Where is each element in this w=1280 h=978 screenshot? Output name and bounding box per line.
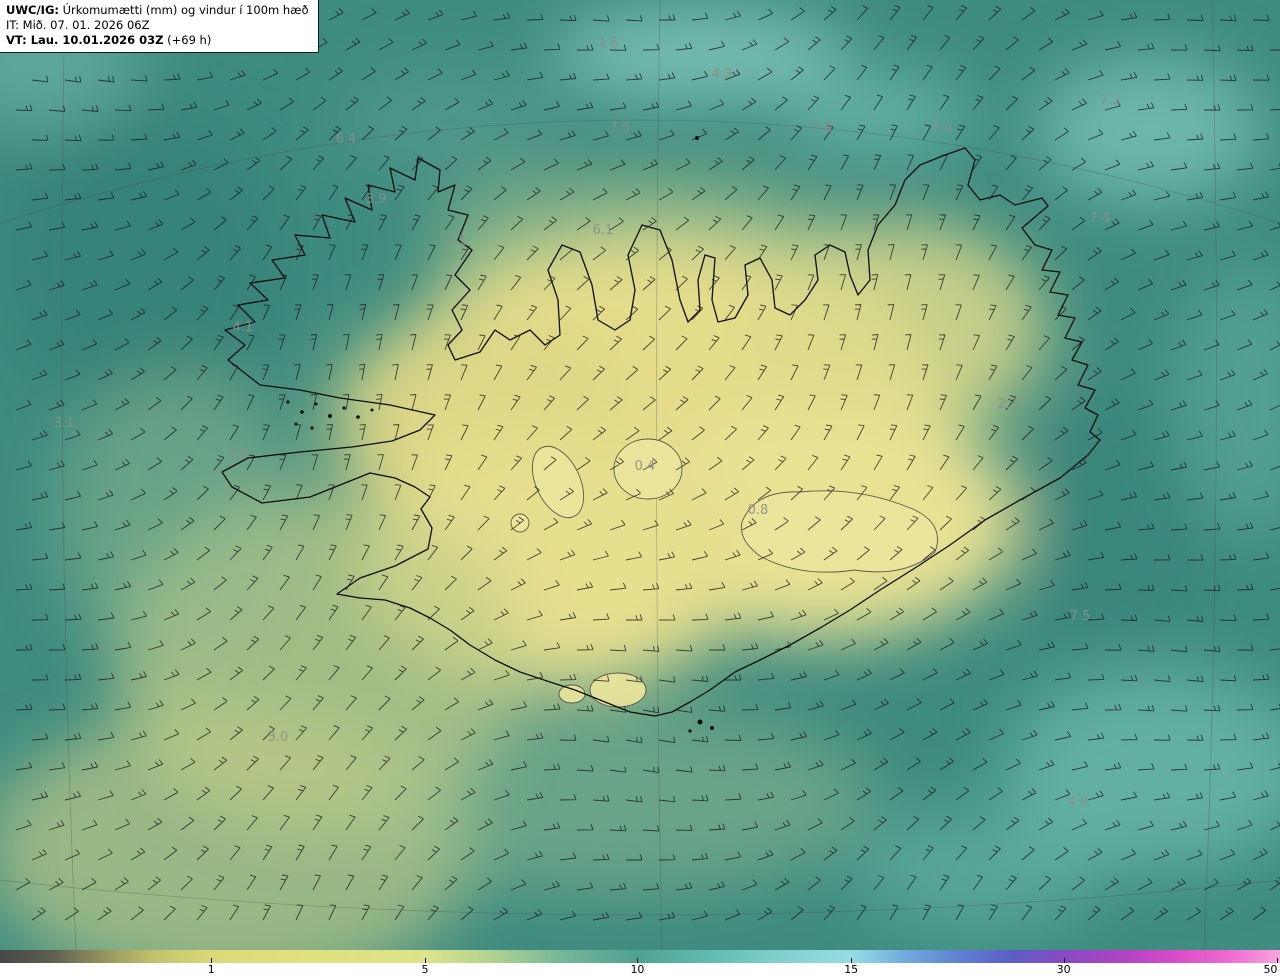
value-label: 2.3: [998, 397, 1019, 412]
colorbar-tick-label: 50: [1263, 963, 1278, 976]
model-id-label: UWC/IG:: [6, 3, 59, 17]
init-time-line: IT: Mið. 07. 01. 2026 06Z: [6, 17, 150, 32]
value-label: 3.9: [366, 192, 387, 207]
colorbar: 1 5 10 15 30 50: [0, 950, 1280, 978]
colorbar-labels: 1 5 10 15 30 50: [0, 963, 1280, 978]
value-label: 3.0: [268, 730, 289, 745]
value-label: 7.1: [446, 234, 467, 249]
value-label: 0.4: [635, 459, 656, 474]
value-label: 4.8: [1068, 795, 1089, 810]
lead-time-text: (+69 h): [163, 32, 212, 47]
value-label: 6.1: [593, 223, 614, 238]
map-title-text: Úrkomumætti (mm) og vindur í 100m hæð: [58, 3, 309, 17]
weather-map: 4.6 4.3 7.3 6.4 7.5 7.8 7.9 3.9 7.1 6.1 7.4 4.1 2.3 3…: [0, 0, 1280, 950]
value-label: 7.3: [1100, 93, 1121, 108]
value-label: 7.5: [1070, 609, 1091, 624]
colorbar-gradient: [0, 950, 1280, 963]
colorbar-tick-label: 15: [844, 963, 859, 976]
value-label: 7.8: [812, 121, 833, 136]
value-label: 0.8: [748, 503, 769, 518]
colorbar-tick-label: 30: [1056, 963, 1071, 976]
value-label: 4.1: [233, 320, 254, 335]
colorbar-tick-label: 10: [630, 963, 645, 976]
value-label: 4.6: [598, 36, 619, 51]
value-label: 7.9: [932, 122, 953, 137]
colorbar-tick-label: 5: [421, 963, 429, 976]
value-label: 3.1: [54, 416, 75, 431]
weather-map-stage: 4.6 4.3 7.3 6.4 7.5 7.8 7.9 3.9 7.1 6.1 7.4 4.1 2.3 3…: [0, 0, 1280, 978]
value-label: 3.0: [227, 447, 248, 462]
map-title-box: UWC/IG: Úrkomumætti (mm) og vindur í 100…: [0, 0, 319, 53]
valid-time-line: VT: Lau. 10.01.2026 03Z (+69 h): [6, 33, 309, 48]
value-label: 4.3: [712, 67, 733, 82]
value-label: 6.4: [336, 132, 357, 147]
map-title-line: UWC/IG: Úrkomumætti (mm) og vindur í 100…: [6, 3, 309, 18]
colorbar-tick-label: 1: [207, 963, 215, 976]
valid-time-text: VT: Lau. 10.01.2026 03Z: [6, 32, 164, 47]
value-label: 7.4: [1090, 211, 1111, 226]
value-label: 7.5: [610, 121, 631, 136]
